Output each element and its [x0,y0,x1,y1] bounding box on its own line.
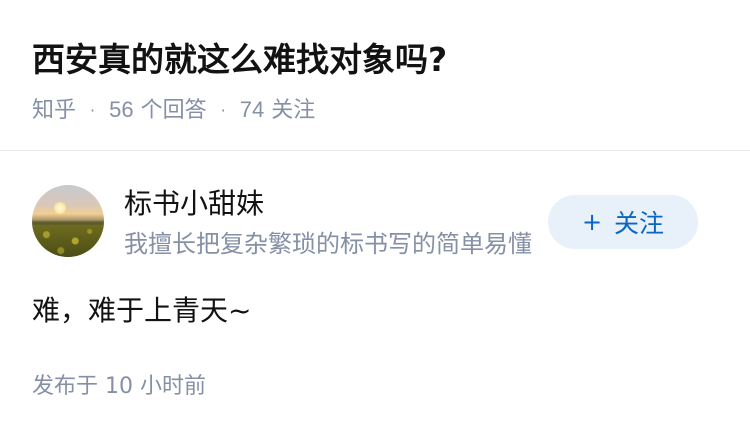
source-label[interactable]: 知乎 [32,95,76,127]
answer-content[interactable]: 难，难于上青天~ [32,291,251,331]
meta-separator: · [90,100,96,120]
question-header: 西安真的就这么难找对象吗? 知乎 · 56 个回答 · 74 关注 [0,0,750,151]
answer-count-label: 个回答 [140,98,207,123]
follower-count-value: 74 [239,97,265,122]
avatar[interactable] [32,185,104,257]
answer-time: 发布于 10 小时前 [32,374,206,399]
plus-icon: + [581,208,603,236]
avatar-sun-graphic [54,202,66,214]
follower-count[interactable]: 74 关注 [240,94,316,127]
author-name[interactable]: 标书小甜妹 [124,185,264,223]
question-meta: 知乎 · 56 个回答 · 74 关注 [32,94,315,127]
answer-card: 标书小甜妹 我擅长把复杂繁琐的标书写的简单易懂 + 关注 难，难于上青天~ 发布… [0,151,750,438]
follow-button-label: 关注 [614,209,665,238]
follower-count-label: 关注 [271,98,316,123]
follow-button[interactable]: + 关注 [548,195,698,249]
author-bio: 我擅长把复杂繁琐的标书写的简单易懂 [124,230,532,258]
avatar-field-graphic [32,225,104,257]
answer-count[interactable]: 56 个回答 [109,94,207,127]
question-title[interactable]: 西安真的就这么难找对象吗? [32,38,447,82]
answer-count-value: 56 [109,97,134,122]
meta-separator: · [220,100,226,120]
